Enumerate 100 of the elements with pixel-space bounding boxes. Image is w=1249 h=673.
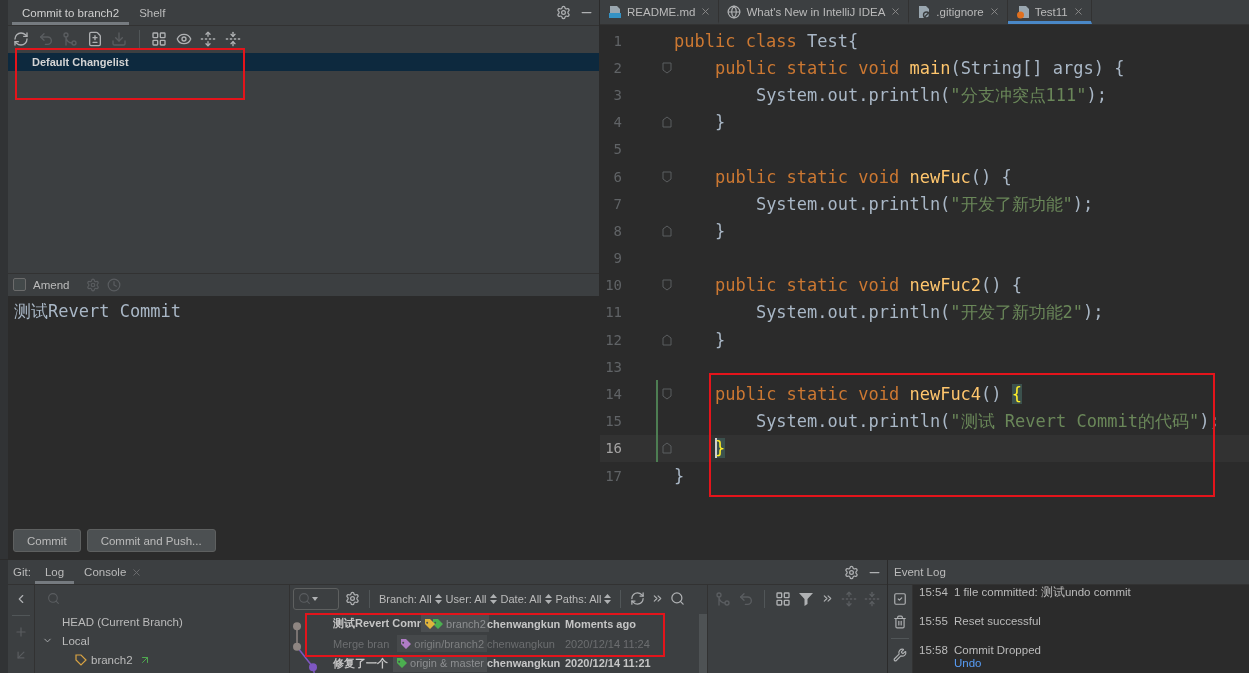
fold-marker-icon[interactable] xyxy=(662,116,672,129)
panel-tab[interactable]: Commit to branch2 xyxy=(12,0,130,25)
event-time: 15:54 xyxy=(919,586,948,599)
paths-filter[interactable]: Paths: All xyxy=(555,592,612,605)
commit-and-push-button[interactable]: Commit and Push... xyxy=(86,529,216,552)
commit-author: chenwangkun xyxy=(487,617,562,630)
grid-icon[interactable] xyxy=(151,30,167,47)
settings-icon[interactable] xyxy=(556,5,571,20)
sort-arrows-icon xyxy=(489,593,497,604)
event-time: 15:55 xyxy=(919,615,948,628)
expand-all-icon[interactable] xyxy=(200,30,216,47)
line-number: 4 xyxy=(612,114,622,131)
fold-marker-icon[interactable] xyxy=(662,388,672,401)
checkbox-icon[interactable] xyxy=(893,592,907,606)
java-file-icon xyxy=(1015,4,1030,19)
tag-icon xyxy=(75,653,87,666)
fold-marker-icon[interactable] xyxy=(662,279,672,292)
changelist-item[interactable]: Default Changelist xyxy=(8,53,599,71)
line-number: 6 xyxy=(612,168,622,185)
close-icon[interactable] xyxy=(988,6,1000,17)
scrollbar[interactable] xyxy=(699,614,707,673)
fold-marker-icon[interactable] xyxy=(662,442,672,455)
collapse-all-icon[interactable] xyxy=(224,30,241,47)
line-number: 2 xyxy=(612,59,622,76)
tool-tab[interactable]: Log xyxy=(34,560,75,584)
code-line: } xyxy=(674,464,685,488)
settings-icon[interactable] xyxy=(844,564,859,580)
line-number: 8 xyxy=(612,222,622,239)
sort-arrows-icon xyxy=(544,593,552,604)
refresh-icon[interactable] xyxy=(13,30,29,47)
branch-tree-item[interactable]: HEAD (Current Branch) xyxy=(62,615,183,628)
event-time: 15:58 xyxy=(919,644,948,657)
close-icon[interactable] xyxy=(700,6,712,17)
code-line: public static void newFuc() { xyxy=(713,165,1012,189)
code-line: } xyxy=(713,111,726,135)
search-icon[interactable] xyxy=(670,591,686,606)
search-icon xyxy=(298,592,311,605)
date-filter[interactable]: Date: All xyxy=(500,592,552,605)
code-line: } xyxy=(713,328,726,352)
commit-date: 2020/12/14 11:21 xyxy=(565,657,651,670)
line-number: 3 xyxy=(612,86,622,103)
editor-tab[interactable]: .gitignore xyxy=(909,0,1008,24)
line-number: 9 xyxy=(612,250,622,267)
branch-tree-item[interactable]: Local xyxy=(62,634,90,647)
line-number: 16 xyxy=(604,440,622,457)
refresh-icon[interactable] xyxy=(630,591,646,606)
commit-author: chenwangkun xyxy=(487,657,562,670)
tool-tab[interactable]: Console xyxy=(74,560,153,584)
search-field[interactable] xyxy=(293,587,339,610)
undo-link[interactable]: Undo xyxy=(954,657,982,670)
fold-marker-icon[interactable] xyxy=(662,224,672,237)
fold-marker-icon[interactable] xyxy=(662,61,672,74)
line-number: 13 xyxy=(604,358,622,375)
event-log-title: Event Log xyxy=(894,566,946,578)
ref-name: branch2 xyxy=(446,617,486,630)
branch-filter[interactable]: Branch: All xyxy=(379,592,442,605)
commit-subject[interactable]: 测试Revert Comr xyxy=(333,616,422,632)
commit-message-field[interactable]: 测试Revert Commit xyxy=(8,295,599,523)
grid-icon[interactable] xyxy=(775,590,791,607)
fold-marker-icon[interactable] xyxy=(662,333,672,346)
diff-file-icon[interactable] xyxy=(86,30,103,47)
line-number: 5 xyxy=(612,141,622,158)
code-line: public static void main(String[] args) { xyxy=(713,56,1125,80)
sort-arrows-icon xyxy=(604,593,612,604)
line-number: 12 xyxy=(604,331,622,348)
amend-checkbox[interactable] xyxy=(13,278,26,291)
ignored-file-icon xyxy=(917,4,932,19)
panel-tab[interactable]: Shelf xyxy=(129,0,176,25)
wrench-icon[interactable] xyxy=(893,648,907,662)
close-icon[interactable] xyxy=(131,566,143,578)
clock-icon[interactable] xyxy=(107,277,122,292)
settings-icon[interactable] xyxy=(345,591,360,606)
code-line: public static void newFuc2() { xyxy=(713,274,1023,298)
editor-tab[interactable]: Test11 xyxy=(1007,0,1092,24)
event-message: Reset successful xyxy=(954,615,1041,628)
sort-arrows-icon xyxy=(434,593,442,604)
code-line: System.out.println("开发了新功能2"); xyxy=(754,301,1104,325)
commit-date: Moments ago xyxy=(565,617,636,630)
editor-tab[interactable]: README.md xyxy=(600,0,720,24)
filter-icon[interactable] xyxy=(798,590,814,607)
line-number: 11 xyxy=(604,304,622,321)
editor-tab[interactable]: What's New in IntelliJ IDEA xyxy=(719,0,910,24)
line-number: 14 xyxy=(604,386,622,403)
caret-icon xyxy=(312,596,318,601)
event-message: Commit Dropped xyxy=(954,644,1041,657)
globe-icon xyxy=(727,4,742,19)
double-chevron-icon[interactable] xyxy=(821,592,834,605)
close-icon[interactable] xyxy=(1072,6,1084,17)
close-icon[interactable] xyxy=(890,6,902,17)
amend-label[interactable]: Amend xyxy=(33,278,70,291)
user-filter[interactable]: User: All xyxy=(445,592,497,605)
commit-subject[interactable]: 修复了一个 xyxy=(333,655,388,671)
code-line: public static void newFuc4() { xyxy=(713,383,1023,407)
branch-tree-item[interactable]: branch2 xyxy=(91,653,133,666)
tool-window-title: Git: xyxy=(13,565,32,580)
fold-marker-icon[interactable] xyxy=(662,170,672,183)
markdown-file-icon xyxy=(608,4,622,19)
event-message: 1 file committed: 测试undo commit xyxy=(954,586,1131,599)
commit-button[interactable]: Commit xyxy=(13,529,81,552)
trash-icon[interactable] xyxy=(893,615,907,629)
